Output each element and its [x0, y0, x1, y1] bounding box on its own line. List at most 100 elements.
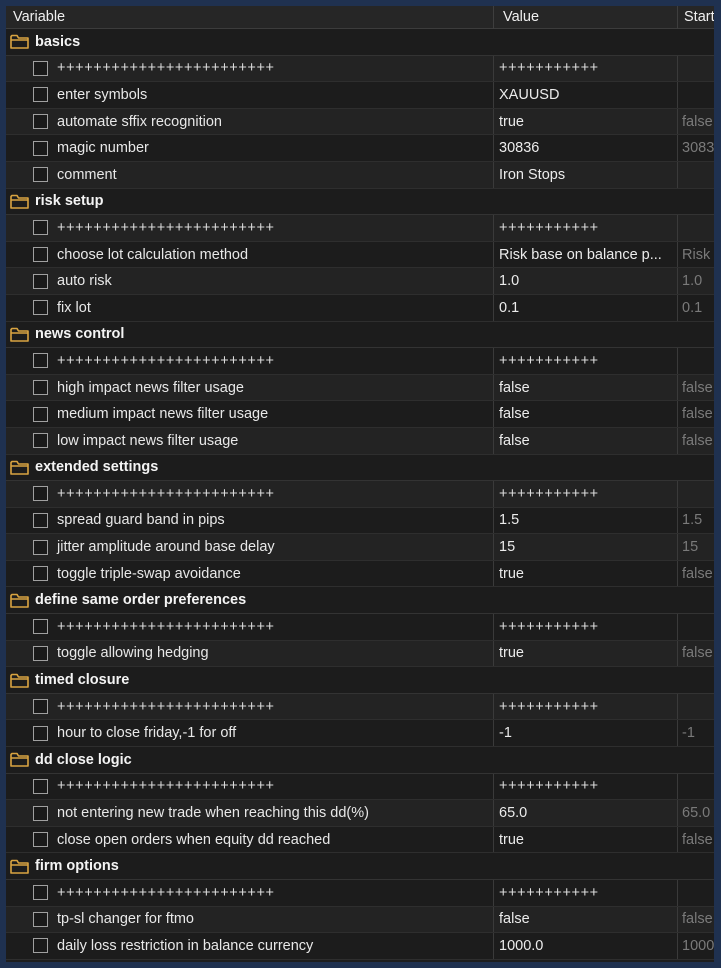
param-value[interactable]: true	[494, 640, 678, 667]
folder-icon[interactable]	[10, 327, 30, 342]
param-value[interactable]: +++++++++++	[494, 481, 678, 507]
param-checkbox[interactable]	[33, 539, 48, 555]
param-checkbox[interactable]	[33, 60, 48, 76]
param-row[interactable]: ++++++++++++++++++++++++ +++++++++++	[6, 614, 714, 641]
param-checkbox[interactable]	[33, 247, 48, 263]
column-header-start[interactable]: Start	[678, 6, 714, 29]
param-row[interactable]: daily loss restriction in balance curren…	[6, 933, 714, 960]
param-checkbox[interactable]	[33, 778, 48, 794]
param-value[interactable]: +++++++++++	[494, 55, 678, 82]
param-row[interactable]: spread guard band in pips 1.5 1.5	[6, 507, 714, 535]
column-header-variable[interactable]: Variable	[6, 6, 494, 29]
param-value[interactable]: 30836	[494, 135, 678, 161]
group-row[interactable]: news control	[6, 321, 714, 349]
param-checkbox[interactable]	[33, 380, 48, 396]
param-checkbox[interactable]	[33, 699, 48, 715]
param-row[interactable]: magic number 3083630836	[6, 135, 714, 162]
folder-icon[interactable]	[10, 859, 30, 874]
param-row[interactable]: medium impact news filter usage false fals…	[6, 401, 714, 428]
group-row[interactable]: basics	[6, 29, 714, 56]
param-value[interactable]: XAUUSD	[494, 82, 678, 108]
param-value[interactable]: Iron Stops	[494, 161, 678, 188]
param-value[interactable]: true	[494, 108, 678, 135]
param-row[interactable]: ++++++++++++++++++++++++ +++++++++++	[6, 55, 714, 83]
param-value[interactable]: false	[494, 401, 678, 427]
param-checkbox[interactable]	[33, 911, 48, 927]
param-value[interactable]: +++++++++++	[494, 773, 678, 800]
param-value[interactable]: +++++++++++	[494, 614, 678, 640]
param-value[interactable]: +++++++++++	[494, 348, 678, 374]
param-value[interactable]: +++++++++++	[494, 215, 678, 241]
param-checkbox[interactable]	[33, 433, 48, 449]
param-checkbox[interactable]	[33, 353, 48, 369]
param-value[interactable]: 15	[494, 534, 678, 560]
param-row[interactable]: fix lot 0.1 0.1	[6, 294, 714, 322]
column-header-value[interactable]: Value	[494, 6, 678, 29]
param-row[interactable]: ++++++++++++++++++++++++ +++++++++++	[6, 880, 714, 907]
param-value[interactable]: 0.1	[494, 294, 678, 321]
param-value[interactable]: -1	[494, 720, 678, 747]
param-row[interactable]: toggle allowing hedging true false	[6, 640, 714, 668]
group-row[interactable]: extended settings	[6, 454, 714, 482]
param-row[interactable]: ++++++++++++++++++++++++ +++++++++++	[6, 773, 714, 801]
param-row[interactable]: low impact news filter usage false false	[6, 427, 714, 455]
param-row[interactable]: not entering new trade when reaching thi…	[6, 800, 714, 827]
param-checkbox[interactable]	[33, 938, 48, 954]
group-row[interactable]: define same order preferences	[6, 587, 714, 615]
param-checkbox[interactable]	[33, 406, 48, 422]
param-value[interactable]: 1000.0	[494, 933, 678, 959]
param-checkbox[interactable]	[33, 300, 48, 316]
group-row[interactable]: firm options	[6, 853, 714, 880]
param-checkbox[interactable]	[33, 167, 48, 183]
param-value[interactable]: 1.0	[494, 268, 678, 294]
param-row[interactable]: close open orders when equity dd reached…	[6, 826, 714, 854]
param-row[interactable]: ++++++++++++++++++++++++ +++++++++++	[6, 481, 714, 508]
param-checkbox[interactable]	[33, 220, 48, 236]
param-checkbox[interactable]	[33, 832, 48, 848]
param-value[interactable]: +++++++++++	[494, 693, 678, 720]
param-value[interactable]: false	[494, 906, 678, 933]
param-value[interactable]: 65.0	[494, 800, 678, 826]
param-value[interactable]: false	[494, 374, 678, 401]
param-checkbox[interactable]	[33, 885, 48, 901]
param-checkbox[interactable]	[33, 273, 48, 289]
param-row[interactable]: jitter amplitude around base delay 15 15	[6, 534, 714, 561]
param-row[interactable]: high impact news filter usage false false	[6, 374, 714, 402]
param-row[interactable]: ++++++++++++++++++++++++ +++++++++++	[6, 348, 714, 375]
folder-icon[interactable]	[10, 673, 30, 688]
param-row[interactable]: hour to close friday,-1 for off -1 -1	[6, 720, 714, 748]
param-checkbox[interactable]	[33, 486, 48, 502]
param-value[interactable]: false	[494, 427, 678, 454]
param-checkbox[interactable]	[33, 87, 48, 103]
param-checkbox[interactable]	[33, 140, 48, 156]
folder-icon[interactable]	[10, 752, 30, 768]
param-value[interactable]: true	[494, 826, 678, 853]
param-checkbox[interactable]	[33, 512, 48, 528]
param-row[interactable]: comment Iron Stops	[6, 161, 714, 189]
param-value[interactable]: +++++++++++	[494, 880, 678, 906]
folder-icon[interactable]	[10, 593, 30, 608]
param-row[interactable]: ++++++++++++++++++++++++ +++++++++++	[6, 693, 714, 721]
param-row[interactable]: auto risk 1.0 1.0	[6, 268, 714, 295]
param-row[interactable]: automate sffix recognition true false	[6, 108, 714, 136]
param-value[interactable]: 1.5	[494, 507, 678, 534]
param-row[interactable]: toggle triple-swap avoidance true false	[6, 560, 714, 588]
param-value[interactable]: Risk base on balance p...	[494, 241, 678, 268]
group-row[interactable]: dd close logic	[6, 747, 714, 774]
param-checkbox[interactable]	[33, 805, 48, 821]
param-row[interactable]: ++++++++++++++++++++++++ +++++++++++	[6, 215, 714, 242]
folder-icon[interactable]	[10, 460, 30, 475]
param-row[interactable]: choose lot calculation method Risk base o…	[6, 241, 714, 269]
param-checkbox[interactable]	[33, 645, 48, 661]
group-row[interactable]: risk setup	[6, 188, 714, 216]
folder-icon[interactable]	[10, 34, 30, 50]
param-row[interactable]: enter symbols XAUUSD	[6, 82, 714, 109]
param-checkbox[interactable]	[33, 725, 48, 741]
param-row[interactable]: tp-sl changer for ftmo false false	[6, 906, 714, 934]
param-checkbox[interactable]	[33, 566, 48, 582]
param-checkbox[interactable]	[33, 114, 48, 130]
param-checkbox[interactable]	[33, 619, 48, 635]
folder-icon[interactable]	[10, 194, 30, 209]
param-value[interactable]: true	[494, 560, 678, 587]
group-row[interactable]: timed closure	[6, 667, 714, 694]
